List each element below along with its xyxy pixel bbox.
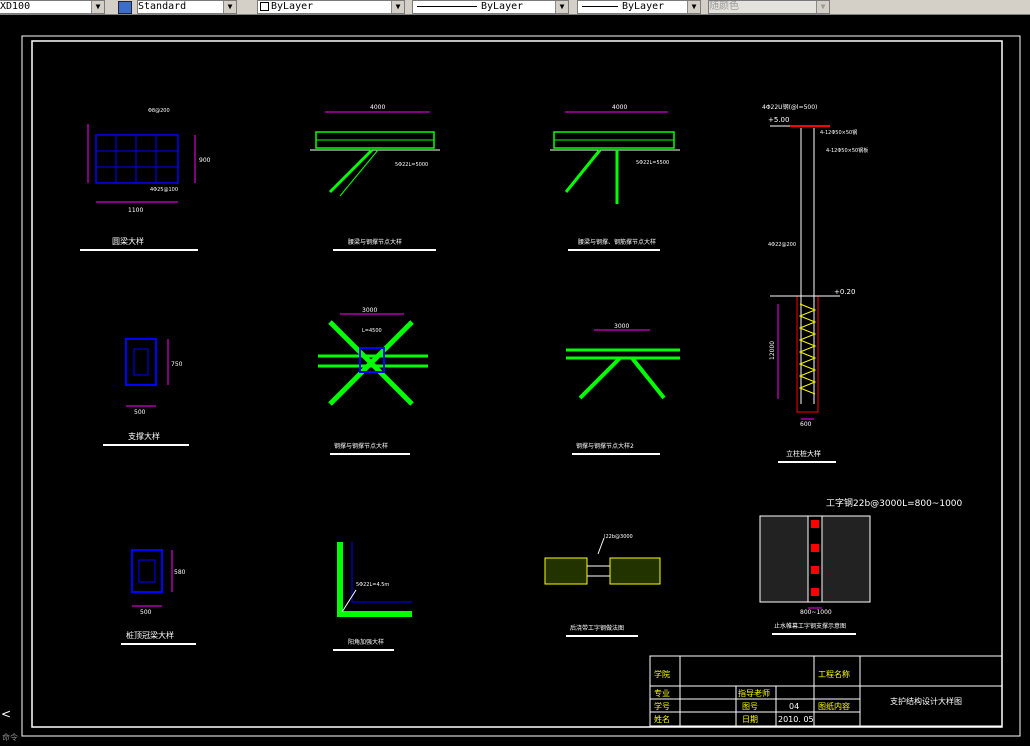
label-waist-beam-steel: 腰梁与钢撑节点大样 [348,238,402,246]
dim-l5000: 5Φ22L=5000 [395,162,428,168]
dim-800-1000: 800~1000 [800,609,832,616]
drawing-canvas[interactable]: 1100 900 Φ8@200 4Φ25@100 圆梁大样 4000 5Φ22L… [0,14,1030,742]
label-pile-top: 4Φ22U钢(@l=500) [762,103,817,111]
tb-date-label: 日期 [742,715,758,724]
tb-advisor-label: 指导老师 [738,688,770,698]
chevron-down-icon[interactable]: ▼ [687,1,700,13]
text-style-dropdown[interactable]: Standard ▼ [137,0,237,14]
linetype-value: ByLayer [481,1,524,12]
color-value: ByLayer [271,1,314,12]
rebar-label-6: 4-12Φ50×50钢板 [826,147,868,154]
label-ibeam: I22b@3000 [604,534,633,540]
scale-value: XD100 [0,1,31,12]
detail-steel-junction-1: 3000 L=4500 钢撑与钢撑节点大样 [318,307,428,455]
chevron-down-icon[interactable]: ▼ [391,1,404,13]
rebar-label-7: 4Φ22@200 [768,242,796,248]
dim-4000-b: 4000 [612,104,627,111]
drawing-svg: 1100 900 Φ8@200 4Φ25@100 圆梁大样 4000 5Φ22L… [1,35,1021,742]
color-swatch-icon [260,1,269,11]
plotstyle-value: 随颜色 [709,1,739,12]
command-line-text: 命令 [2,732,18,742]
dim-600: 600 [800,421,812,428]
label-post-pour-strip: 后浇带工字钢做法图 [570,624,624,632]
label-column-pile: 立柱桩大样 [786,449,821,458]
lineweight-dropdown[interactable]: ByLayer ▼ [577,0,701,14]
dim-4000: 4000 [370,104,385,111]
detail-corner-reinforce: 5Φ22L=4.5m 阳角加强大样 [333,542,412,651]
detail-waterproof-curtain: 800~1000 工字钢22b@3000L=800~1000 止水帷幕工字钢支撑… [759,497,963,635]
detail-waist-beam-rebar: 4000 5Φ22L=5500 腰梁与钢撑、钢筋撑节点大样 [550,104,680,251]
lineweight-line-icon [582,5,618,7]
detail-column-pile: 4Φ22U钢(@l=500) +5.00 +0.20 4-12Φ50×50钢 4… [762,103,868,463]
label-waterproof-curtain: 止水帷幕工字钢支撑示意图 [774,622,846,630]
label-steel-junction-2: 钢撑与钢撑节点大样2 [576,442,634,450]
dim-12000: 12000 [769,341,776,360]
rebar-label-1: Φ8@200 [148,108,170,114]
tb-drawing-no-label: 图号 [742,702,758,711]
detail-waist-beam-steel: 4000 5Φ22L=5000 腰梁与钢撑节点大样 [310,104,440,251]
tb-name-label: 姓名 [654,714,670,724]
elev-500: +5.00 [768,116,789,124]
dim-500-b: 500 [140,609,152,616]
linetype-line-icon [417,5,477,7]
linetype-dropdown[interactable]: ByLayer ▼ [412,0,569,14]
tb-content-value: 支护结构设计大样图 [890,696,962,706]
dim-580: 580 [174,569,186,576]
chevron-down-icon[interactable]: ▼ [816,1,829,13]
dim-l5500: 5Φ22L=5500 [636,160,669,166]
text-style-value: Standard [138,1,187,12]
tb-school-label: 学院 [654,669,670,679]
properties-toolbar: XD100 ▼ Standard ▼ ByLayer ▼ ByLayer ▼ B… [0,0,1030,15]
label-ring-beam: 圆梁大样 [112,236,144,246]
detail-post-pour-strip: I22b@3000 后浇带工字钢做法图 [544,534,661,637]
tb-content-label: 图纸内容 [818,701,850,711]
dim-900: 900 [199,157,211,164]
chevron-down-icon[interactable]: ▼ [223,1,236,13]
tb-date-value: 2010. 05 [778,715,814,724]
text-style-icon[interactable] [118,1,132,14]
dim-500: 500 [134,409,146,416]
plotstyle-dropdown[interactable]: 随颜色 ▼ [708,0,830,14]
rebar-label-2: 4Φ25@100 [150,187,178,193]
title-block: 学院 工程名称 专业 指导老师 学号 图号 04 图纸内容 支护结构设计大样图 … [649,655,1003,727]
tb-drawing-no-value: 04 [789,702,799,711]
dim-l4500: L=4500 [362,328,382,334]
label-steel-junction-1: 钢撑与钢撑节点大样 [334,442,388,450]
label-waist-beam-rebar: 腰梁与钢撑、钢筋撑节点大样 [578,238,656,246]
detail-strut: 500 750 支撑大样 [103,338,189,446]
tb-major-label: 专业 [654,688,670,698]
rebar-label-5: 4-12Φ50×50钢 [820,129,857,136]
color-dropdown[interactable]: ByLayer ▼ [257,0,405,14]
chevron-down-icon[interactable]: ▼ [91,1,104,13]
dim-750: 750 [171,361,183,368]
dim-3000: 3000 [362,307,377,314]
label-cap-beam: 桩顶冠梁大样 [126,630,174,640]
label-corner-reinforce: 阳角加强大样 [348,638,384,646]
tb-student-id-label: 学号 [654,701,670,711]
tb-project-name-label: 工程名称 [818,669,850,679]
detail-steel-junction-2: 3000 钢撑与钢撑节点大样2 [566,323,680,455]
elev-020: +0.20 [834,288,855,296]
detail-cap-beam: 500 580 桩顶冠梁大样 [121,549,196,645]
command-prefix: < [1,707,11,721]
label-ibeam-spec: 工字钢22b@3000L=800~1000 [826,497,963,509]
dim-l45m: 5Φ22L=4.5m [356,582,389,588]
detail-ring-beam: 1100 900 Φ8@200 4Φ25@100 圆梁大样 [80,108,211,251]
scale-dropdown[interactable]: XD100 ▼ [0,0,105,14]
chevron-down-icon[interactable]: ▼ [555,1,568,13]
dim-3000-b: 3000 [614,323,629,330]
lineweight-value: ByLayer [622,1,665,12]
dim-1100: 1100 [128,207,143,214]
label-strut: 支撑大样 [128,431,160,441]
